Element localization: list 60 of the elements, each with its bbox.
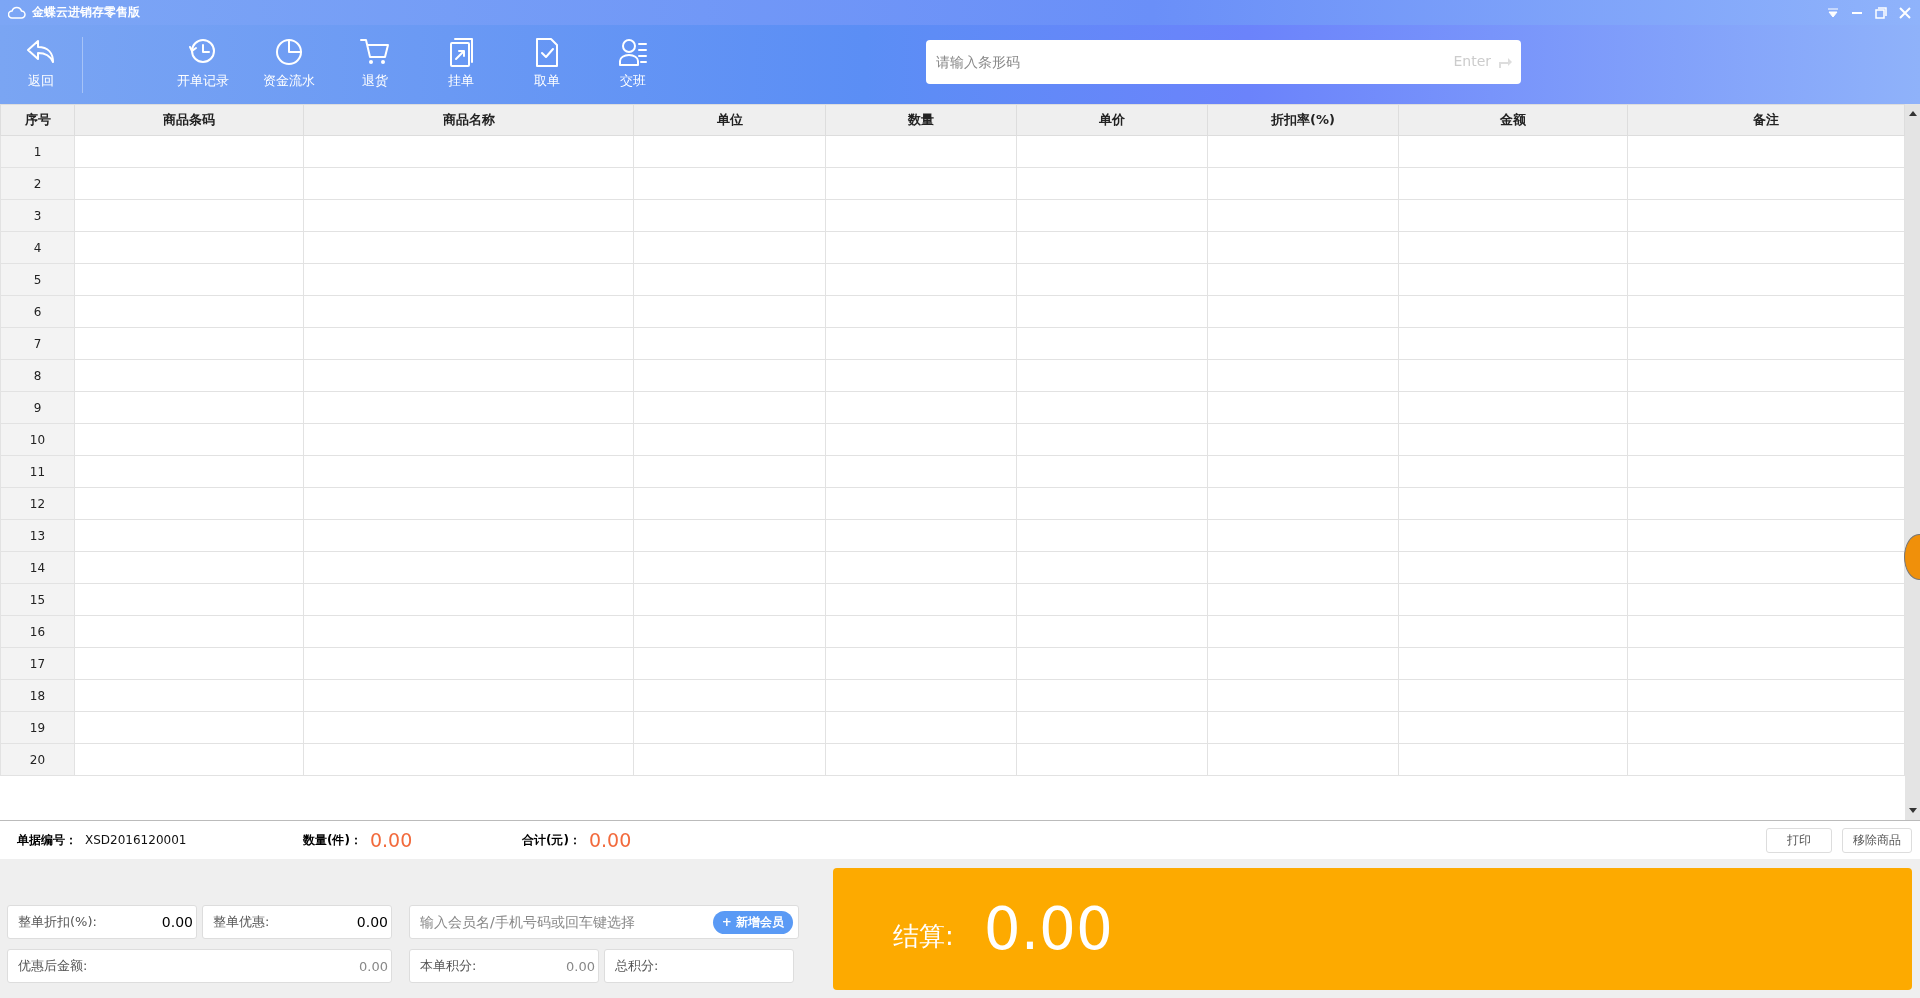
enter-icon	[1497, 55, 1513, 69]
row-number: 3	[0, 199, 75, 232]
toolbar-button[interactable]: 资金流水	[246, 35, 332, 90]
toolbar-button[interactable]: 退货	[332, 35, 418, 90]
row-number: 8	[0, 359, 75, 392]
column-header: 备注	[1627, 104, 1905, 136]
column-header: 单位	[633, 104, 826, 136]
action-button[interactable]: 移除商品	[1842, 827, 1912, 853]
input-field[interactable]: 整单折扣(%): 0.00	[7, 905, 197, 939]
window-title: 金蝶云进销存零售版	[32, 4, 140, 21]
row-number: 17	[0, 647, 75, 680]
row-number: 14	[0, 551, 75, 584]
input-field[interactable]: 总积分:	[604, 949, 794, 983]
toolbar-button[interactable]: 取单	[504, 35, 590, 90]
row-number: 16	[0, 615, 75, 648]
checkout-button[interactable]: 结算: 0.00	[833, 868, 1912, 990]
field-value: XSD2016120001	[85, 833, 187, 847]
field-label: 单据编号：	[17, 831, 77, 849]
toolbar-button[interactable]: 挂单	[418, 35, 504, 90]
row-number: 11	[0, 455, 75, 488]
row-number: 1	[0, 135, 75, 168]
column-header: 金额	[1398, 104, 1628, 136]
row-number: 15	[0, 583, 75, 616]
field-label: 合计(元)：	[522, 831, 581, 849]
action-button[interactable]: 打印	[1766, 827, 1832, 853]
add-member-button[interactable]: + 新增会员	[712, 911, 793, 934]
scroll-down-icon[interactable]	[1908, 808, 1917, 814]
row-number: 6	[0, 295, 75, 328]
input-field[interactable]: 整单优惠: 0.00	[202, 905, 392, 939]
row-number: 12	[0, 487, 75, 520]
column-header: 商品条码	[74, 104, 304, 136]
row-number: 20	[0, 743, 75, 776]
input-field[interactable]: 本单积分: 0.00	[409, 949, 599, 983]
restore-icon[interactable]	[1874, 5, 1888, 20]
row-number: 18	[0, 679, 75, 712]
toolbar-button[interactable]: 开单记录	[160, 35, 246, 90]
input-field[interactable]: 优惠后金额: 0.00	[7, 949, 392, 983]
row-number: 19	[0, 711, 75, 744]
field-value: 0.00	[369, 829, 413, 851]
column-header: 序号	[0, 104, 75, 136]
row-number: 2	[0, 167, 75, 200]
scrollbar[interactable]	[1905, 104, 1920, 820]
row-number: 9	[0, 391, 75, 424]
column-header: 数量	[825, 104, 1017, 136]
dropdown-icon[interactable]	[1826, 5, 1840, 20]
row-number: 7	[0, 327, 75, 360]
row-number: 13	[0, 519, 75, 552]
column-header: 折扣率(%)	[1207, 104, 1399, 136]
cloud-icon	[8, 5, 26, 20]
close-icon[interactable]	[1898, 5, 1912, 20]
field-label: 数量(件)：	[303, 831, 362, 849]
toolbar-button[interactable]: 交班	[590, 35, 676, 90]
row-number: 5	[0, 263, 75, 296]
column-header: 单价	[1016, 104, 1208, 136]
row-number: 4	[0, 231, 75, 264]
back-button[interactable]: 返回	[10, 35, 72, 90]
field-value: 0.00	[588, 829, 632, 851]
column-header: 商品名称	[303, 104, 634, 136]
scroll-up-icon[interactable]	[1908, 110, 1917, 116]
row-number: 10	[0, 423, 75, 456]
